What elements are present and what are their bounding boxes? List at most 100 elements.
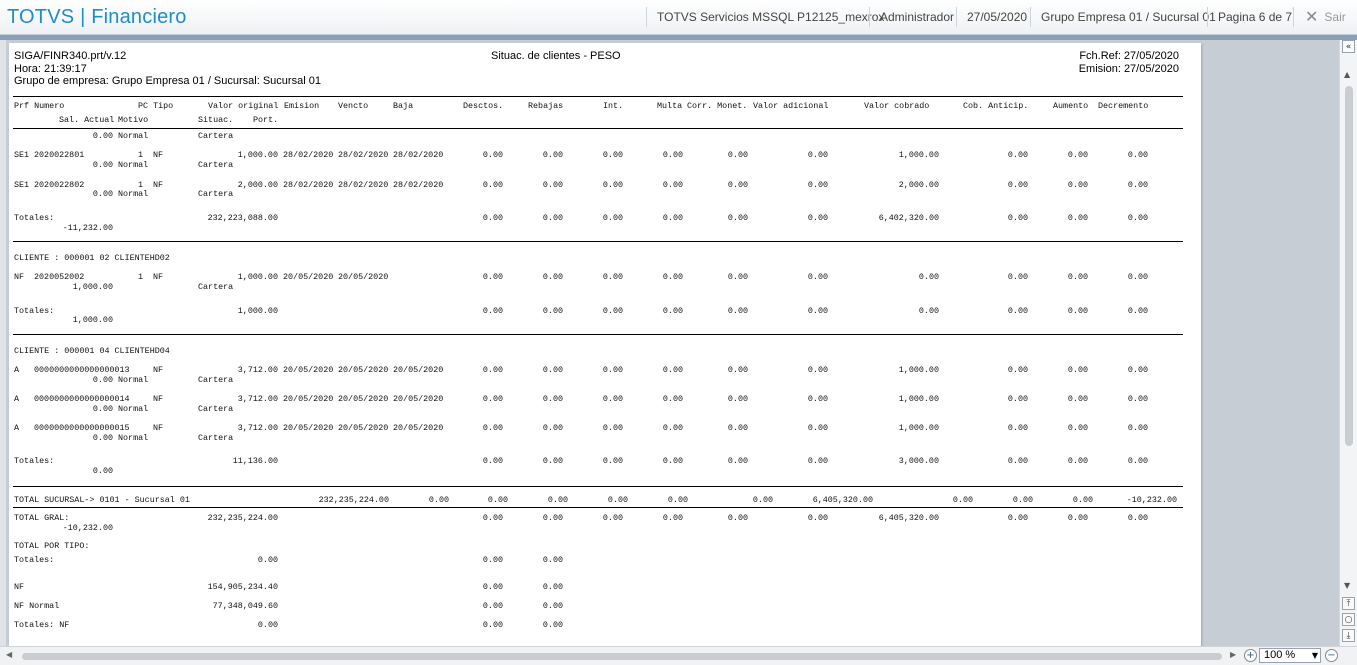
cell-decremento: -10,232.00 bbox=[1126, 495, 1177, 505]
cell-rebajas: 0.00 bbox=[542, 423, 563, 433]
cell-int: 0.00 bbox=[602, 306, 623, 316]
cell-valor: 232,235,224.00 bbox=[318, 495, 389, 505]
client-header: CLIENTE : 000001 04 CLIENTEHD04 bbox=[14, 346, 170, 356]
cell-prf: A bbox=[14, 365, 20, 375]
cell-decremento: 0.00 bbox=[1127, 513, 1148, 523]
separator bbox=[1293, 7, 1294, 27]
cell-value: 0.00 bbox=[1012, 495, 1033, 505]
cell-int: 0.00 bbox=[602, 513, 623, 523]
cell-anticip: 0.00 bbox=[1007, 150, 1028, 160]
cell-anticip: 0.00 bbox=[1007, 365, 1028, 375]
cell-int: 0.00 bbox=[602, 213, 623, 223]
cell-int: 0.00 bbox=[602, 365, 623, 375]
cell-multa: 0.00 bbox=[662, 213, 683, 223]
cell-motivo: Normal bbox=[118, 131, 149, 141]
cell-emision: 20/05/2020 bbox=[283, 365, 334, 375]
col-header: Sal. Actual bbox=[59, 115, 115, 125]
cell-cobrado: 0.00 bbox=[918, 272, 939, 282]
cell-pc: 1 bbox=[138, 272, 144, 282]
separator bbox=[1030, 7, 1031, 27]
exit-button[interactable]: ✕ Sair bbox=[1305, 0, 1346, 34]
separator bbox=[956, 7, 957, 27]
cell-rebajas: 0.00 bbox=[542, 555, 563, 565]
exit-label: Sair bbox=[1324, 10, 1346, 24]
vertical-scrollbar[interactable]: « ▲ ▼ ⤒ ○ ⤓ bbox=[1339, 40, 1357, 646]
zoom-in-icon[interactable]: + bbox=[1244, 649, 1257, 662]
divider bbox=[13, 507, 1183, 508]
cell-prf: A bbox=[14, 423, 20, 433]
cell-cobrado: 6,405,320.00 bbox=[812, 495, 873, 505]
cell-multa: 0.00 bbox=[662, 306, 683, 316]
cell-tipo: NF bbox=[153, 423, 164, 433]
col-header: PC Tipo bbox=[138, 101, 174, 111]
cell-numero: 2020022802 bbox=[34, 180, 85, 190]
cell-situac: Cartera bbox=[198, 433, 234, 443]
cell-desctos: 0.00 bbox=[482, 394, 503, 404]
cell-multa: 0.00 bbox=[662, 513, 683, 523]
cell-adic: 0.00 bbox=[807, 150, 828, 160]
cell-rebajas: 0.00 bbox=[542, 513, 563, 523]
tipo-label: NF Normal bbox=[14, 601, 60, 611]
report-viewer[interactable]: SIGA/FINR340.prt/v.12 Situac. de cliente… bbox=[6, 40, 1339, 646]
cell-valor: 3,712.00 bbox=[237, 423, 278, 433]
cell-desctos: 0.00 bbox=[482, 456, 503, 466]
col-header: Int. bbox=[603, 101, 624, 111]
date-label: 27/05/2020 bbox=[967, 10, 1028, 24]
scrollbar-thumb[interactable] bbox=[1345, 86, 1353, 446]
report-grupo: Grupo de empresa: Grupo Empresa 01 / Suc… bbox=[14, 75, 321, 87]
cell-value: 0.00 bbox=[547, 495, 568, 505]
cell-adic: 0.00 bbox=[807, 394, 828, 404]
cell-rebajas: 0.00 bbox=[542, 365, 563, 375]
cell-multa: 0.00 bbox=[662, 272, 683, 282]
collapse-icon[interactable]: « bbox=[1342, 40, 1355, 53]
cell-corr: 0.00 bbox=[727, 513, 748, 523]
cell-anticip: 0.00 bbox=[1007, 423, 1028, 433]
col-header: Port. bbox=[253, 115, 279, 125]
divider bbox=[13, 334, 1183, 335]
cell-pc: 1 bbox=[138, 150, 144, 160]
cell-valor: 232,235,224.00 bbox=[207, 513, 278, 523]
cell-corr: 0.00 bbox=[727, 423, 748, 433]
divider bbox=[13, 486, 1183, 487]
scrollbar-thumb[interactable] bbox=[22, 653, 1222, 660]
cell-vencto: 28/02/2020 bbox=[338, 150, 389, 160]
cell-desctos: 0.00 bbox=[482, 620, 503, 630]
cell-desctos: 0.00 bbox=[482, 150, 503, 160]
col-header: Aumento bbox=[1053, 101, 1089, 111]
scroll-top-icon[interactable]: ⤒ bbox=[1342, 597, 1355, 610]
cell-situac: Cartera bbox=[198, 375, 234, 385]
cell-multa: 0.00 bbox=[662, 365, 683, 375]
scroll-center-icon[interactable]: ○ bbox=[1342, 613, 1355, 626]
scroll-up-arrow[interactable]: ▲ bbox=[1344, 70, 1350, 79]
cell-emision: 28/02/2020 bbox=[283, 150, 334, 160]
col-header: Valor original bbox=[208, 101, 279, 111]
cell-vencto: 20/05/2020 bbox=[338, 365, 389, 375]
cell-emision: 20/05/2020 bbox=[283, 272, 334, 282]
cell-rebajas: 0.00 bbox=[542, 601, 563, 611]
cell-anticip: 0.00 bbox=[1007, 306, 1028, 316]
zoom-out-icon[interactable]: − bbox=[1325, 649, 1338, 662]
cell-int: 0.00 bbox=[602, 456, 623, 466]
cell-valor: 0.00 bbox=[257, 555, 278, 565]
col-header: Valor cobrado bbox=[864, 101, 930, 111]
report-emision: Emision: 27/05/2020 bbox=[1078, 63, 1179, 75]
cell-desctos: 0.00 bbox=[482, 423, 503, 433]
chevron-down-icon: ▼ bbox=[1311, 651, 1318, 660]
horizontal-scrollbar[interactable]: ◀ ▶ + 100 % ▼ − bbox=[0, 646, 1357, 665]
cell-saldo: 1,000.00 bbox=[72, 315, 113, 325]
scroll-down-arrow[interactable]: ▼ bbox=[1344, 581, 1350, 590]
cell-corr: 0.00 bbox=[727, 456, 748, 466]
scroll-left-arrow[interactable]: ◀ bbox=[6, 650, 12, 659]
cell-rebajas: 0.00 bbox=[542, 213, 563, 223]
cell-saldo: -11,232.00 bbox=[62, 223, 113, 233]
zoom-select[interactable]: 100 % ▼ bbox=[1259, 648, 1321, 663]
cell-vencto: 20/05/2020 bbox=[338, 272, 389, 282]
cell-aumento: 0.00 bbox=[1067, 513, 1088, 523]
cell-corr: 0.00 bbox=[727, 180, 748, 190]
scroll-right-arrow[interactable]: ▶ bbox=[1230, 650, 1236, 659]
cell-aumento: 0.00 bbox=[1067, 150, 1088, 160]
cell-value: 0.00 bbox=[752, 495, 773, 505]
cell-baja: 20/05/2020 bbox=[393, 423, 444, 433]
scroll-bottom-icon[interactable]: ⤓ bbox=[1342, 629, 1355, 642]
cell-desctos: 0.00 bbox=[482, 306, 503, 316]
